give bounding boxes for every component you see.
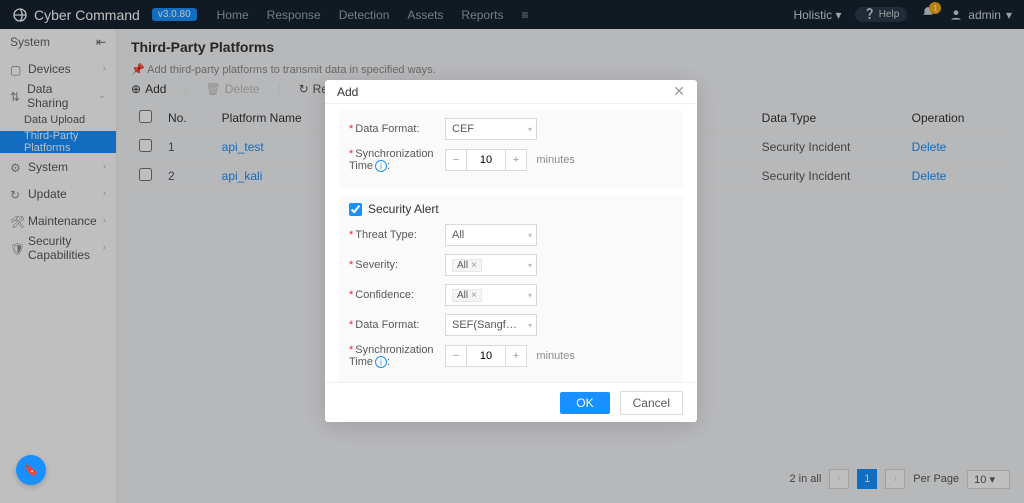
sync-suffix-1: minutes [536, 154, 575, 166]
cancel-button[interactable]: Cancel [620, 391, 683, 415]
add-modal: Add ✕ *Data Format: CEF *Synchronization… [325, 80, 697, 422]
row-severity: *Severity: All× [349, 254, 673, 276]
tag-close-icon[interactable]: × [471, 260, 477, 271]
modal-title: Add [337, 85, 358, 99]
bookmark-icon: 🔖 [24, 463, 39, 477]
security-alert-checkbox[interactable] [349, 203, 362, 216]
dataformat-select-2[interactable]: SEF(Sangfor Event For… [445, 314, 537, 336]
sync-input-2[interactable] [466, 346, 506, 366]
threat-select[interactable]: All [445, 224, 537, 246]
float-bookmark-button[interactable]: 🔖 [16, 455, 46, 485]
info-icon[interactable]: i [375, 356, 387, 368]
stepper-minus[interactable]: − [446, 150, 466, 170]
severity-select[interactable]: All× [445, 254, 537, 276]
close-icon[interactable]: ✕ [673, 83, 685, 100]
sync-suffix-2: minutes [536, 350, 575, 362]
section-incident: *Data Format: CEF *Synchronization Timei… [339, 110, 683, 188]
ok-button[interactable]: OK [560, 392, 609, 414]
confidence-tag: All× [452, 289, 482, 302]
sync-input-1[interactable] [466, 150, 506, 170]
row-dataformat1: *Data Format: CEF [349, 118, 673, 140]
stepper-plus[interactable]: + [506, 150, 526, 170]
modal-header: Add ✕ [325, 80, 697, 104]
row-confidence: *Confidence: All× [349, 284, 673, 306]
section-alert: Security Alert *Threat Type: All *Severi… [339, 196, 683, 382]
dataformat-select-1[interactable]: CEF [445, 118, 537, 140]
stepper-minus[interactable]: − [446, 346, 466, 366]
row-threat: *Threat Type: All [349, 224, 673, 246]
sync-stepper-2: − + [445, 345, 527, 367]
info-icon[interactable]: i [375, 160, 387, 172]
tag-close-icon[interactable]: × [471, 290, 477, 301]
row-sync2: *Synchronization Timei: − + minutes [349, 344, 673, 368]
modal-footer: OK Cancel [325, 382, 697, 422]
confidence-select[interactable]: All× [445, 284, 537, 306]
row-dataformat2: *Data Format: SEF(Sangfor Event For… [349, 314, 673, 336]
security-alert-toggle[interactable]: Security Alert [349, 202, 673, 216]
modal-body: *Data Format: CEF *Synchronization Timei… [325, 104, 697, 382]
stepper-plus[interactable]: + [506, 346, 526, 366]
severity-tag: All× [452, 259, 482, 272]
sync-stepper-1: − + [445, 149, 527, 171]
row-sync1: *Synchronization Timei: − + minutes [349, 148, 673, 172]
